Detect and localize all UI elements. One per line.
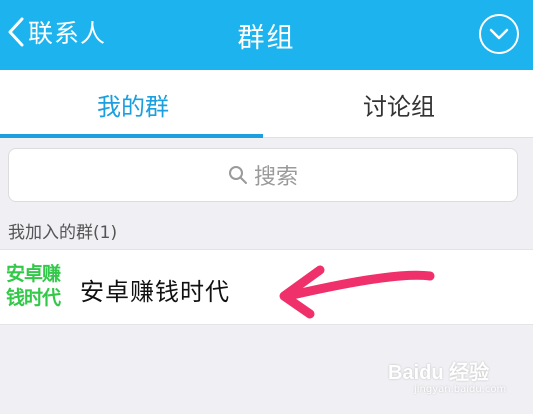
group-name: 安卓赚钱时代 xyxy=(80,278,230,306)
chevron-down-icon xyxy=(489,28,509,40)
search-icon xyxy=(228,166,247,184)
tab-my-groups[interactable]: 我的群 xyxy=(0,70,266,138)
arrow-annotation xyxy=(279,265,435,319)
watermark-logo: Baidu 经验 xyxy=(388,362,490,384)
search-area: 搜索 xyxy=(0,139,533,211)
active-tab-indicator xyxy=(0,134,263,138)
menu-button[interactable] xyxy=(479,14,519,54)
list-item[interactable]: 安卓赚钱时代 安卓赚钱时代 xyxy=(0,249,533,325)
tab-bar: 我的群 讨论组 xyxy=(0,70,533,138)
search-placeholder: 搜索 xyxy=(253,165,298,190)
search-input[interactable]: 搜索 xyxy=(8,148,518,202)
watermark: Baidu 经验 jingyan.baidu.com xyxy=(388,352,518,402)
watermark-url: jingyan.baidu.com xyxy=(414,384,507,395)
page-title: 群组 xyxy=(237,23,296,54)
title-bar: 联系人 群组 xyxy=(0,0,533,70)
tab-discussion-groups[interactable]: 讨论组 xyxy=(266,70,532,138)
avatar: 安卓赚钱时代 xyxy=(6,263,61,309)
section-header: 我加入的群(1) xyxy=(8,223,118,243)
